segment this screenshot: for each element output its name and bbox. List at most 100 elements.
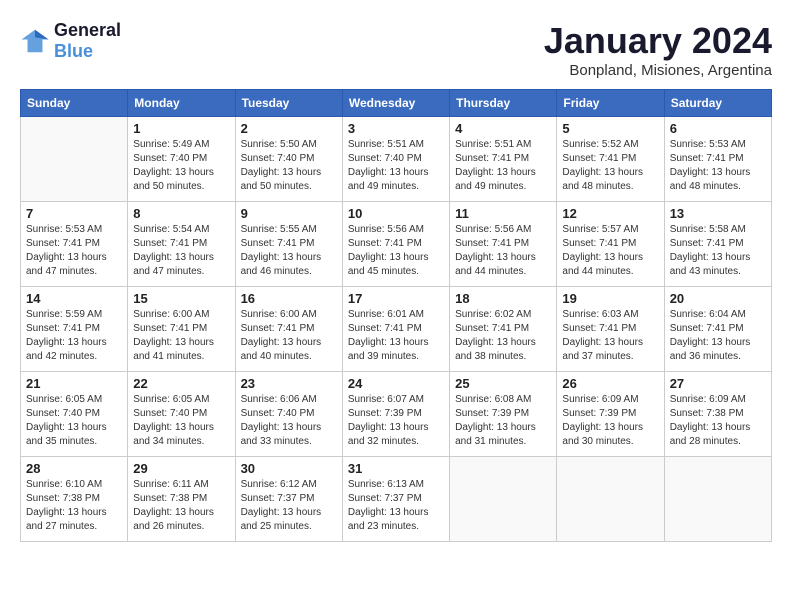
day-info: Sunrise: 5:58 AMSunset: 7:41 PMDaylight:… bbox=[670, 223, 766, 279]
day-number: 20 bbox=[670, 291, 766, 306]
calendar-cell: 26 Sunrise: 6:09 AMSunset: 7:39 PMDayligh… bbox=[557, 372, 664, 457]
day-number: 14 bbox=[26, 291, 122, 306]
day-number: 10 bbox=[348, 206, 444, 221]
calendar-cell bbox=[557, 457, 664, 542]
calendar-cell: 15 Sunrise: 6:00 AMSunset: 7:41 PMDayligh… bbox=[128, 287, 235, 372]
calendar-title-block: January 2024 Bonpland, Misiones, Argenti… bbox=[544, 20, 772, 79]
calendar-cell: 14 Sunrise: 5:59 AMSunset: 7:41 PMDayligh… bbox=[21, 287, 128, 372]
day-number: 18 bbox=[455, 291, 551, 306]
day-number: 17 bbox=[348, 291, 444, 306]
day-info: Sunrise: 6:10 AMSunset: 7:38 PMDaylight:… bbox=[26, 478, 122, 534]
day-number: 24 bbox=[348, 376, 444, 391]
day-number: 23 bbox=[241, 376, 337, 391]
day-info: Sunrise: 5:50 AMSunset: 7:40 PMDaylight:… bbox=[241, 138, 337, 194]
calendar-cell: 2 Sunrise: 5:50 AMSunset: 7:40 PMDaylight… bbox=[235, 117, 342, 202]
day-info: Sunrise: 5:53 AMSunset: 7:41 PMDaylight:… bbox=[670, 138, 766, 194]
day-info: Sunrise: 6:09 AMSunset: 7:38 PMDaylight:… bbox=[670, 393, 766, 449]
day-info: Sunrise: 6:13 AMSunset: 7:37 PMDaylight:… bbox=[348, 478, 444, 534]
calendar-day-header: Friday bbox=[557, 90, 664, 117]
day-info: Sunrise: 5:53 AMSunset: 7:41 PMDaylight:… bbox=[26, 223, 122, 279]
calendar-cell: 25 Sunrise: 6:08 AMSunset: 7:39 PMDayligh… bbox=[450, 372, 557, 457]
calendar-week-row: 21Sunrise: 6:05 AMSunset: 7:40 PMDayligh… bbox=[21, 372, 772, 457]
calendar-cell: 8Sunrise: 5:54 AMSunset: 7:41 PMDaylight… bbox=[128, 202, 235, 287]
day-info: Sunrise: 5:59 AMSunset: 7:41 PMDaylight:… bbox=[26, 308, 122, 364]
calendar-cell: 28 Sunrise: 6:10 AMSunset: 7:38 PMDayligh… bbox=[21, 457, 128, 542]
day-info: Sunrise: 6:08 AMSunset: 7:39 PMDaylight:… bbox=[455, 393, 551, 449]
day-info: Sunrise: 5:52 AMSunset: 7:41 PMDaylight:… bbox=[562, 138, 658, 194]
day-info: Sunrise: 5:56 AMSunset: 7:41 PMDaylight:… bbox=[348, 223, 444, 279]
day-info: Sunrise: 6:09 AMSunset: 7:39 PMDaylight:… bbox=[562, 393, 658, 449]
calendar-cell: 20 Sunrise: 6:04 AMSunset: 7:41 PMDayligh… bbox=[664, 287, 771, 372]
calendar-cell: 31Sunrise: 6:13 AMSunset: 7:37 PMDayligh… bbox=[342, 457, 449, 542]
calendar-table: SundayMondayTuesdayWednesdayThursdayFrid… bbox=[20, 89, 772, 542]
day-info: Sunrise: 6:07 AMSunset: 7:39 PMDaylight:… bbox=[348, 393, 444, 449]
day-number: 22 bbox=[133, 376, 229, 391]
day-number: 9 bbox=[241, 206, 337, 221]
month-title: January 2024 bbox=[544, 20, 772, 62]
calendar-cell bbox=[664, 457, 771, 542]
calendar-cell: 6 Sunrise: 5:53 AMSunset: 7:41 PMDaylight… bbox=[664, 117, 771, 202]
day-number: 26 bbox=[562, 376, 658, 391]
calendar-cell: 1 Sunrise: 5:49 AMSunset: 7:40 PMDaylight… bbox=[128, 117, 235, 202]
day-info: Sunrise: 5:51 AMSunset: 7:40 PMDaylight:… bbox=[348, 138, 444, 194]
calendar-day-header: Saturday bbox=[664, 90, 771, 117]
day-number: 16 bbox=[241, 291, 337, 306]
calendar-cell: 3Sunrise: 5:51 AMSunset: 7:40 PMDaylight… bbox=[342, 117, 449, 202]
logo: General Blue bbox=[20, 20, 121, 62]
day-number: 7 bbox=[26, 206, 122, 221]
day-info: Sunrise: 6:06 AMSunset: 7:40 PMDaylight:… bbox=[241, 393, 337, 449]
calendar-day-header: Thursday bbox=[450, 90, 557, 117]
logo-icon bbox=[20, 26, 50, 56]
day-info: Sunrise: 6:04 AMSunset: 7:41 PMDaylight:… bbox=[670, 308, 766, 364]
calendar-cell: 12 Sunrise: 5:57 AMSunset: 7:41 PMDayligh… bbox=[557, 202, 664, 287]
calendar-header-row: SundayMondayTuesdayWednesdayThursdayFrid… bbox=[21, 90, 772, 117]
calendar-cell: 9 Sunrise: 5:55 AMSunset: 7:41 PMDaylight… bbox=[235, 202, 342, 287]
calendar-cell: 19Sunrise: 6:03 AMSunset: 7:41 PMDayligh… bbox=[557, 287, 664, 372]
calendar-cell: 23 Sunrise: 6:06 AMSunset: 7:40 PMDayligh… bbox=[235, 372, 342, 457]
day-number: 1 bbox=[133, 121, 229, 136]
calendar-day-header: Tuesday bbox=[235, 90, 342, 117]
day-number: 15 bbox=[133, 291, 229, 306]
calendar-cell: 16 Sunrise: 6:00 AMSunset: 7:41 PMDayligh… bbox=[235, 287, 342, 372]
calendar-cell: 21Sunrise: 6:05 AMSunset: 7:40 PMDayligh… bbox=[21, 372, 128, 457]
logo-text: General Blue bbox=[54, 20, 121, 62]
day-info: Sunrise: 6:11 AMSunset: 7:38 PMDaylight:… bbox=[133, 478, 229, 534]
calendar-cell: 30 Sunrise: 6:12 AMSunset: 7:37 PMDayligh… bbox=[235, 457, 342, 542]
day-info: Sunrise: 5:57 AMSunset: 7:41 PMDaylight:… bbox=[562, 223, 658, 279]
day-number: 5 bbox=[562, 121, 658, 136]
calendar-cell: 24 Sunrise: 6:07 AMSunset: 7:39 PMDayligh… bbox=[342, 372, 449, 457]
calendar-cell: 22 Sunrise: 6:05 AMSunset: 7:40 PMDayligh… bbox=[128, 372, 235, 457]
calendar-week-row: 7 Sunrise: 5:53 AMSunset: 7:41 PMDaylight… bbox=[21, 202, 772, 287]
calendar-cell: 7 Sunrise: 5:53 AMSunset: 7:41 PMDaylight… bbox=[21, 202, 128, 287]
calendar-week-row: 1 Sunrise: 5:49 AMSunset: 7:40 PMDaylight… bbox=[21, 117, 772, 202]
day-number: 30 bbox=[241, 461, 337, 476]
day-number: 25 bbox=[455, 376, 551, 391]
day-number: 19 bbox=[562, 291, 658, 306]
day-info: Sunrise: 6:05 AMSunset: 7:40 PMDaylight:… bbox=[133, 393, 229, 449]
calendar-cell: 27 Sunrise: 6:09 AMSunset: 7:38 PMDayligh… bbox=[664, 372, 771, 457]
day-info: Sunrise: 6:01 AMSunset: 7:41 PMDaylight:… bbox=[348, 308, 444, 364]
day-number: 13 bbox=[670, 206, 766, 221]
page-header: General Blue January 2024 Bonpland, Misi… bbox=[20, 20, 772, 79]
day-number: 6 bbox=[670, 121, 766, 136]
day-info: Sunrise: 6:00 AMSunset: 7:41 PMDaylight:… bbox=[241, 308, 337, 364]
day-info: Sunrise: 6:00 AMSunset: 7:41 PMDaylight:… bbox=[133, 308, 229, 364]
calendar-week-row: 14 Sunrise: 5:59 AMSunset: 7:41 PMDayligh… bbox=[21, 287, 772, 372]
day-number: 8 bbox=[133, 206, 229, 221]
day-number: 2 bbox=[241, 121, 337, 136]
calendar-week-row: 28 Sunrise: 6:10 AMSunset: 7:38 PMDayligh… bbox=[21, 457, 772, 542]
calendar-cell: 10 Sunrise: 5:56 AMSunset: 7:41 PMDayligh… bbox=[342, 202, 449, 287]
calendar-day-header: Monday bbox=[128, 90, 235, 117]
calendar-cell: 29 Sunrise: 6:11 AMSunset: 7:38 PMDayligh… bbox=[128, 457, 235, 542]
calendar-cell bbox=[450, 457, 557, 542]
day-info: Sunrise: 5:49 AMSunset: 7:40 PMDaylight:… bbox=[133, 138, 229, 194]
day-number: 28 bbox=[26, 461, 122, 476]
day-info: Sunrise: 5:55 AMSunset: 7:41 PMDaylight:… bbox=[241, 223, 337, 279]
day-number: 27 bbox=[670, 376, 766, 391]
calendar-cell: 11Sunrise: 5:56 AMSunset: 7:41 PMDayligh… bbox=[450, 202, 557, 287]
day-info: Sunrise: 6:12 AMSunset: 7:37 PMDaylight:… bbox=[241, 478, 337, 534]
day-number: 12 bbox=[562, 206, 658, 221]
day-number: 4 bbox=[455, 121, 551, 136]
calendar-cell: 13 Sunrise: 5:58 AMSunset: 7:41 PMDayligh… bbox=[664, 202, 771, 287]
day-number: 29 bbox=[133, 461, 229, 476]
